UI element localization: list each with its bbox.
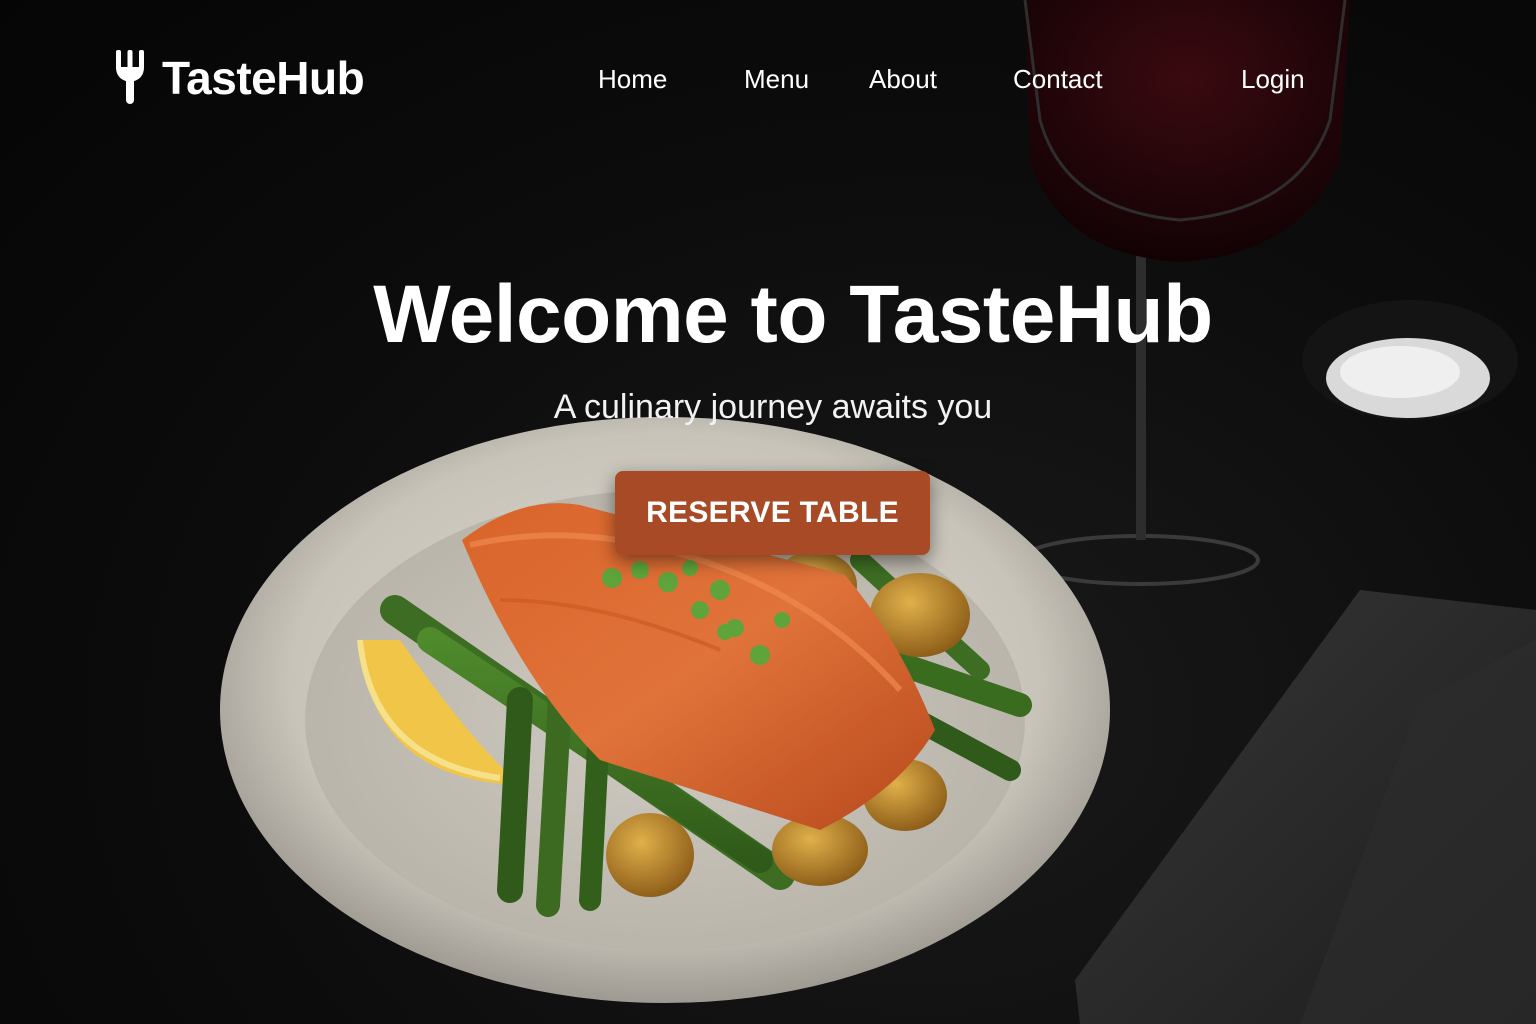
reserve-table-button[interactable]: RESERVE TABLE bbox=[615, 471, 930, 555]
nav-menu-link[interactable]: Menu bbox=[744, 64, 809, 95]
hero-subtitle: A culinary journey awaits you bbox=[553, 388, 993, 426]
top-navigation: TasteHub Home Menu About Contact Login bbox=[0, 0, 1536, 160]
fork-icon bbox=[116, 50, 144, 104]
nav-contact-link[interactable]: Contact bbox=[1013, 64, 1103, 95]
nav-home-link[interactable]: Home bbox=[598, 64, 667, 95]
nav-about-link[interactable]: About bbox=[869, 64, 937, 95]
brand-name: TasteHub bbox=[162, 52, 365, 104]
hero-title: Welcome to TasteHub bbox=[373, 269, 1213, 360]
brand-logo[interactable]: TasteHub bbox=[112, 48, 365, 108]
login-link[interactable]: Login bbox=[1241, 64, 1305, 95]
